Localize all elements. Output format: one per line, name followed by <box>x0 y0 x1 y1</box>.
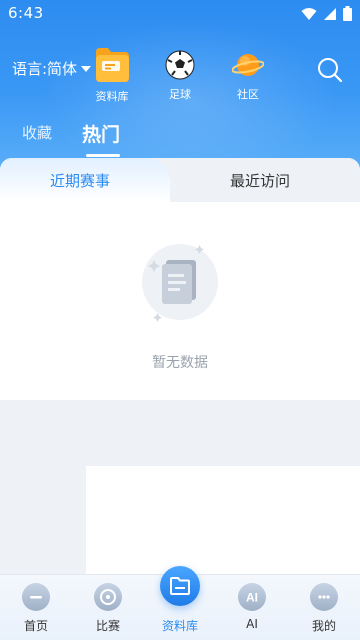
document-icon <box>140 242 220 322</box>
signal-icon <box>324 7 336 20</box>
nav-community[interactable]: 社区 <box>218 50 278 102</box>
nav-football-label: 足球 <box>169 88 191 101</box>
status-icons <box>301 6 352 21</box>
nav-database[interactable]: 资料库 <box>82 44 142 104</box>
segment-control: 近期赛事 最近访问 <box>0 158 360 202</box>
match-icon <box>94 583 122 611</box>
bottom-nav-home-label: 首页 <box>23 619 48 633</box>
nav-community-label: 社区 <box>237 88 259 101</box>
folder-icon <box>170 577 190 595</box>
tab-hot[interactable]: 热门 <box>82 120 120 147</box>
bottom-nav-profile[interactable]: 我的 <box>294 583 354 634</box>
bottom-nav-ai[interactable]: AI AI <box>222 583 282 631</box>
search-button[interactable] <box>316 56 344 84</box>
bottom-nav-match-label: 比赛 <box>95 619 120 633</box>
tab-favorites[interactable]: 收藏 <box>22 122 52 143</box>
nav-database-label: 资料库 <box>95 90 129 103</box>
empty-state-text: 暂无数据 <box>152 355 208 371</box>
wifi-icon <box>301 7 317 20</box>
home-icon <box>22 583 50 611</box>
status-time: 6:43 <box>8 4 44 22</box>
ai-icon: AI <box>238 583 266 611</box>
bottom-nav-database-label: 资料库 <box>161 619 198 633</box>
header: 6:43 语言:简体 资料库 足球 社区 收藏 热门 <box>0 0 360 170</box>
content-card: 近期赛事 最近访问 暂无数据 <box>0 158 360 400</box>
bottom-nav-home[interactable]: 首页 <box>6 583 66 634</box>
language-label: 语言:简体 <box>12 60 78 78</box>
bottom-nav-profile-label: 我的 <box>311 619 336 633</box>
bottom-nav-ai-label: AI <box>246 617 258 631</box>
folder-icon <box>92 44 132 84</box>
profile-icon <box>310 583 338 611</box>
nav-football[interactable]: 足球 <box>150 50 210 102</box>
segment-recent-visits-label[interactable]: 最近访问 <box>180 170 340 191</box>
status-bar: 6:43 <box>0 0 360 28</box>
svg-text:AI: AI <box>246 591 258 605</box>
bottom-nav-database-bubble[interactable] <box>160 566 200 606</box>
search-icon <box>318 58 343 83</box>
soccer-ball-icon <box>165 50 195 80</box>
content-placeholder <box>86 466 360 576</box>
segment-recent-matches-label[interactable]: 近期赛事 <box>0 170 160 191</box>
bottom-nav-match[interactable]: 比赛 <box>78 583 138 634</box>
language-selector[interactable]: 语言:简体 <box>12 58 92 79</box>
battery-icon <box>343 6 352 21</box>
tab-active-indicator <box>86 154 120 157</box>
planet-icon <box>231 50 265 80</box>
